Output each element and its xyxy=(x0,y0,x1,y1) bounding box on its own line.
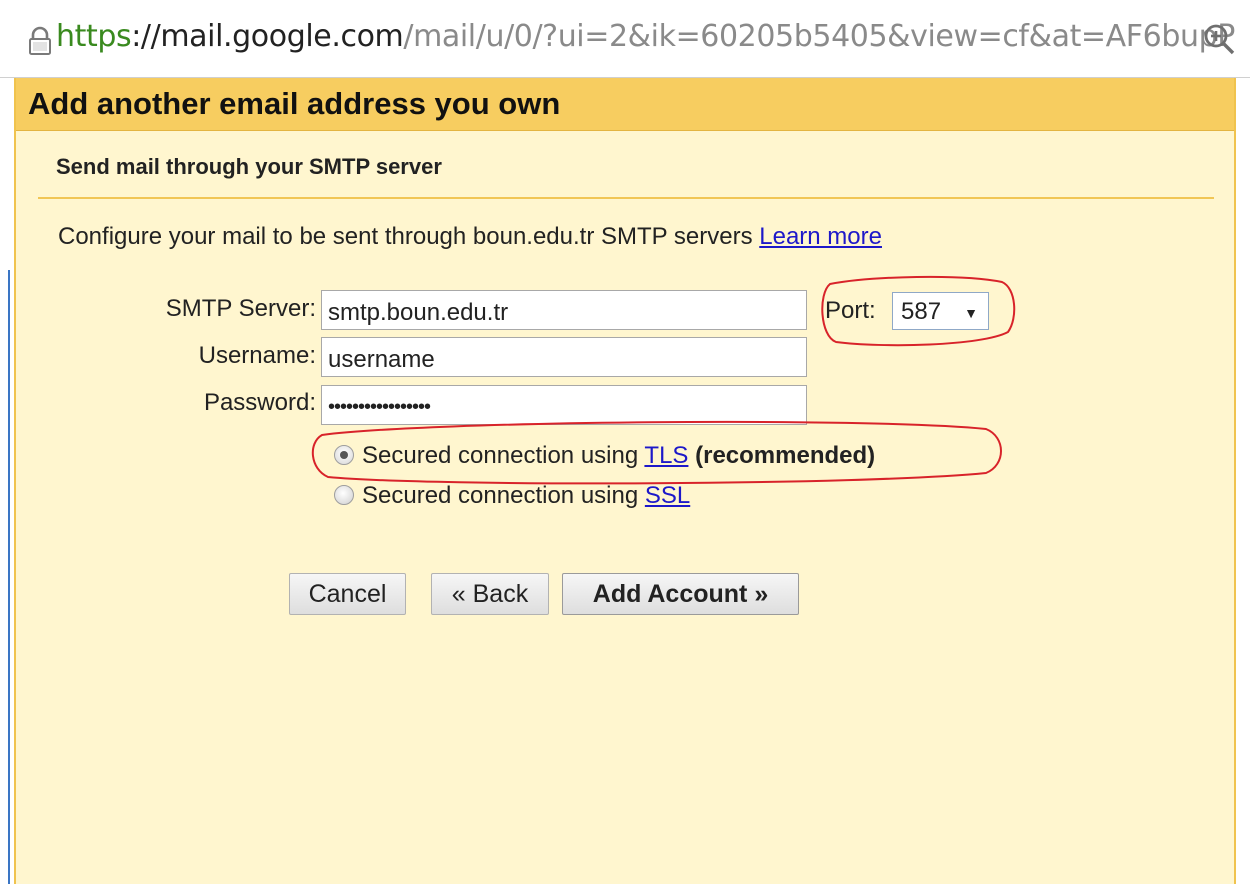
url-path: /mail/u/0/?ui=2&ik=60205b5405&view=cf&at… xyxy=(403,19,1235,54)
url-host: ://mail.google.com xyxy=(131,19,404,54)
description-label: Configure your mail to be sent through b… xyxy=(58,223,760,250)
add-account-button[interactable]: Add Account » xyxy=(562,573,799,615)
ssl-link[interactable]: SSL xyxy=(645,482,690,509)
smtp-server-label: SMTP Server: xyxy=(165,295,316,322)
port-select[interactable]: 587 ▼ xyxy=(892,292,989,330)
cancel-button[interactable]: Cancel xyxy=(289,573,406,615)
ssl-label: Secured connection using xyxy=(362,482,645,509)
dialog-title-bar: Add another email address you own xyxy=(16,78,1234,131)
tls-link[interactable]: TLS xyxy=(644,442,688,469)
address-bar[interactable]: https://mail.google.com/mail/u/0/?ui=2&i… xyxy=(0,0,1250,78)
port-label: Port: xyxy=(825,297,876,324)
zoom-icon[interactable] xyxy=(1202,22,1236,56)
tls-radio[interactable] xyxy=(334,445,354,465)
password-label: Password: xyxy=(203,389,316,416)
ssl-radio[interactable] xyxy=(334,485,354,505)
ssl-option[interactable]: Secured connection using SSL xyxy=(334,482,690,510)
back-button[interactable]: « Back xyxy=(431,573,549,615)
smtp-server-input[interactable]: smtp.boun.edu.tr xyxy=(321,290,807,330)
description-text: Configure your mail to be sent through b… xyxy=(58,223,882,251)
port-value: 587 xyxy=(901,298,942,325)
tls-label: Secured connection using xyxy=(362,442,645,469)
password-input[interactable]: ••••••••••••••••• xyxy=(321,385,807,425)
window-edge-line xyxy=(8,270,10,884)
url-scheme: https xyxy=(56,19,132,54)
username-input[interactable]: username xyxy=(321,337,807,377)
url-text[interactable]: https://mail.google.com/mail/u/0/?ui=2&i… xyxy=(56,19,1235,54)
tls-recommended: (recommended) xyxy=(688,442,876,469)
username-label: Username: xyxy=(198,342,316,369)
section-title: Send mail through your SMTP server xyxy=(56,154,442,179)
section-divider xyxy=(38,197,1214,199)
dropdown-arrow-icon: ▼ xyxy=(964,305,978,321)
add-email-dialog: Add another email address you own Send m… xyxy=(14,78,1236,884)
dialog-title: Add another email address you own xyxy=(28,86,561,121)
learn-more-link[interactable]: Learn more xyxy=(759,223,882,250)
tls-option[interactable]: Secured connection using TLS (recommende… xyxy=(334,442,875,470)
lock-icon xyxy=(29,26,51,55)
